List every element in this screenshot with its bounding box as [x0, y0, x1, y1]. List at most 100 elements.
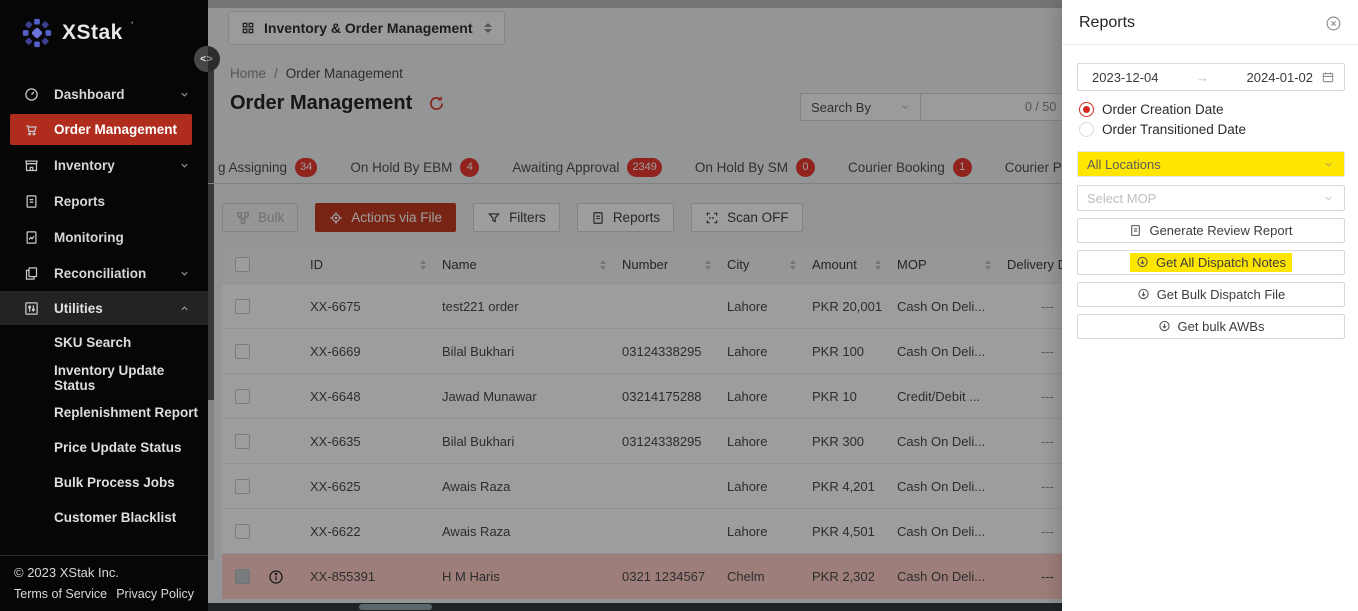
- sidebar-subitem-price-update-status[interactable]: Price Update Status: [0, 430, 208, 465]
- date-to[interactable]: 2024-01-02: [1247, 70, 1314, 85]
- cell-number: 03124338295: [622, 434, 727, 449]
- column-header-mop[interactable]: MOP: [897, 257, 1007, 272]
- sidebar-subitem-label: Bulk Process Jobs: [54, 475, 175, 490]
- breadcrumb: Home / Order Management: [230, 66, 403, 81]
- horizontal-scrollbar[interactable]: [208, 603, 1062, 611]
- breadcrumb-home[interactable]: Home: [230, 66, 266, 81]
- row-checkbox-disabled[interactable]: [235, 569, 250, 584]
- get-bulk-dispatch-file-button[interactable]: Get Bulk Dispatch File: [1077, 282, 1345, 307]
- info-icon[interactable]: [268, 569, 284, 585]
- logo-text: XStak: [62, 16, 123, 50]
- sidebar-subitem-bulk-process-jobs[interactable]: Bulk Process Jobs: [0, 465, 208, 500]
- date-range-picker[interactable]: 2023-12-04 → 2024-01-02: [1077, 63, 1345, 91]
- row-checkbox[interactable]: [235, 524, 250, 539]
- sidebar-item-monitoring[interactable]: Monitoring: [0, 219, 208, 255]
- tab-count-badge: 34: [295, 158, 317, 177]
- filters-button[interactable]: Filters: [473, 203, 560, 232]
- search-input[interactable]: 0 / 50: [921, 93, 1062, 121]
- scan-toggle-button[interactable]: Scan OFF: [691, 203, 803, 232]
- sidebar-subitem-replenishment-report[interactable]: Replenishment Report: [0, 395, 208, 430]
- sort-icon[interactable]: [420, 260, 426, 270]
- sidebar-footer: © 2023 XStak Inc. Terms of Service Priva…: [0, 555, 208, 611]
- chevron-down-icon: [179, 89, 190, 100]
- radio-selected-icon[interactable]: [1079, 102, 1094, 117]
- table-row[interactable]: XX-6669 Bilal Bukhari 03124338295 Lahore…: [222, 329, 1062, 374]
- chevron-up-icon: [179, 303, 190, 314]
- content-scrollbar-thumb[interactable]: [208, 70, 214, 400]
- download-icon: [1136, 256, 1149, 269]
- sliders-icon: [24, 301, 40, 316]
- sidebar-item-utilities[interactable]: Utilities: [0, 291, 208, 325]
- row-checkbox[interactable]: [235, 389, 250, 404]
- column-header-amount[interactable]: Amount: [812, 257, 897, 272]
- cell-id: XX-6625: [302, 479, 442, 494]
- table-row[interactable]: XX-6648 Jawad Munawar 03214175288 Lahore…: [222, 374, 1062, 419]
- tab-on-hold-by-sm[interactable]: On Hold By SM 0: [695, 150, 815, 184]
- radio-order-transitioned-date[interactable]: Order Transitioned Date: [1079, 122, 1345, 137]
- get-bulk-awbs-button[interactable]: Get bulk AWBs: [1077, 314, 1345, 339]
- horizontal-scrollbar-thumb[interactable]: [359, 604, 432, 610]
- tab-courier-booking[interactable]: Courier Booking 1: [848, 150, 972, 184]
- column-header-delivery-date[interactable]: Delivery Da: [1007, 257, 1062, 272]
- sidebar-collapse-toggle[interactable]: <>: [194, 46, 220, 72]
- chevron-down-icon: [179, 268, 190, 279]
- column-header-name[interactable]: Name: [442, 257, 622, 272]
- table-header-row: ID Name Number City Amount MOP Delivery …: [222, 246, 1062, 284]
- sidebar-subitem-customer-blacklist[interactable]: Customer Blacklist: [0, 500, 208, 535]
- row-checkbox[interactable]: [235, 299, 250, 314]
- tab-assigning[interactable]: g Assigning 34: [218, 150, 317, 184]
- tab-courier-processing[interactable]: Courier Processing 9: [1005, 150, 1062, 184]
- sidebar-item-inventory[interactable]: Inventory: [0, 147, 208, 183]
- actions-via-file-button[interactable]: Actions via File: [315, 203, 456, 232]
- sidebar-item-order-management[interactable]: Order Management: [10, 114, 192, 145]
- cell-number: 0321 1234567: [622, 569, 727, 584]
- table-row[interactable]: XX-6625 Awais Raza Lahore PKR 4,201 Cash…: [222, 464, 1062, 509]
- sort-icon[interactable]: [875, 260, 881, 270]
- sidebar-item-reconciliation[interactable]: Reconciliation: [0, 255, 208, 291]
- row-checkbox[interactable]: [235, 344, 250, 359]
- locations-select[interactable]: All Locations: [1077, 151, 1345, 177]
- button-label: Get Bulk Dispatch File: [1157, 287, 1286, 302]
- reports-button[interactable]: Reports: [577, 203, 674, 232]
- table-row[interactable]: XX-6635 Bilal Bukhari 03124338295 Lahore…: [222, 419, 1062, 464]
- sidebar-subitem-inventory-update-status[interactable]: Inventory Update Status: [0, 360, 208, 395]
- select-all-checkbox[interactable]: [235, 257, 250, 272]
- cell-city: Chelm: [727, 569, 812, 584]
- bulk-button[interactable]: Bulk: [222, 203, 298, 232]
- table-row[interactable]: XX-6675 test221 order Lahore PKR 20,001 …: [222, 284, 1062, 329]
- tab-on-hold-by-ebm[interactable]: On Hold By EBM 4: [350, 150, 479, 184]
- copyright-text: © 2023 XStak Inc.: [14, 565, 194, 580]
- cell-amount: PKR 300: [812, 434, 897, 449]
- sidebar-item-dashboard[interactable]: Dashboard: [0, 76, 208, 112]
- sort-icon[interactable]: [790, 260, 796, 270]
- close-circle-icon[interactable]: [1325, 15, 1342, 32]
- sort-icon[interactable]: [985, 260, 991, 270]
- content-scrollbar[interactable]: [208, 52, 214, 560]
- chevron-down-icon: [1323, 159, 1334, 170]
- date-from[interactable]: 2023-12-04: [1092, 70, 1159, 85]
- column-header-city[interactable]: City: [727, 257, 812, 272]
- top-strip: [208, 0, 1062, 8]
- terms-of-service-link[interactable]: Terms of Service: [14, 587, 107, 601]
- generate-review-report-button[interactable]: Generate Review Report: [1077, 218, 1345, 243]
- tab-awaiting-approval[interactable]: Awaiting Approval 2349: [512, 150, 662, 184]
- sort-icon[interactable]: [600, 260, 606, 270]
- radio-order-creation-date[interactable]: Order Creation Date: [1079, 102, 1345, 117]
- table-row[interactable]: XX-6622 Awais Raza Lahore PKR 4,501 Cash…: [222, 509, 1062, 554]
- row-checkbox[interactable]: [235, 479, 250, 494]
- privacy-policy-link[interactable]: Privacy Policy: [116, 587, 194, 601]
- search-by-select[interactable]: Search By: [800, 93, 921, 121]
- column-header-id[interactable]: ID: [302, 257, 442, 272]
- chevron-down-icon: [179, 160, 190, 171]
- mop-select[interactable]: Select MOP: [1077, 185, 1345, 211]
- refresh-icon[interactable]: [428, 95, 445, 112]
- radio-unselected-icon[interactable]: [1079, 122, 1094, 137]
- sidebar-item-reports[interactable]: Reports: [0, 183, 208, 219]
- row-checkbox[interactable]: [235, 434, 250, 449]
- get-all-dispatch-notes-button[interactable]: Get All Dispatch Notes: [1077, 250, 1345, 275]
- column-header-number[interactable]: Number: [622, 257, 727, 272]
- app-switcher-button[interactable]: Inventory & Order Management: [228, 11, 505, 45]
- table-row-highlighted[interactable]: XX-855391 H M Haris 0321 1234567 Chelm P…: [222, 554, 1062, 599]
- sidebar-subitem-sku-search[interactable]: SKU Search: [0, 325, 208, 360]
- sort-icon[interactable]: [705, 260, 711, 270]
